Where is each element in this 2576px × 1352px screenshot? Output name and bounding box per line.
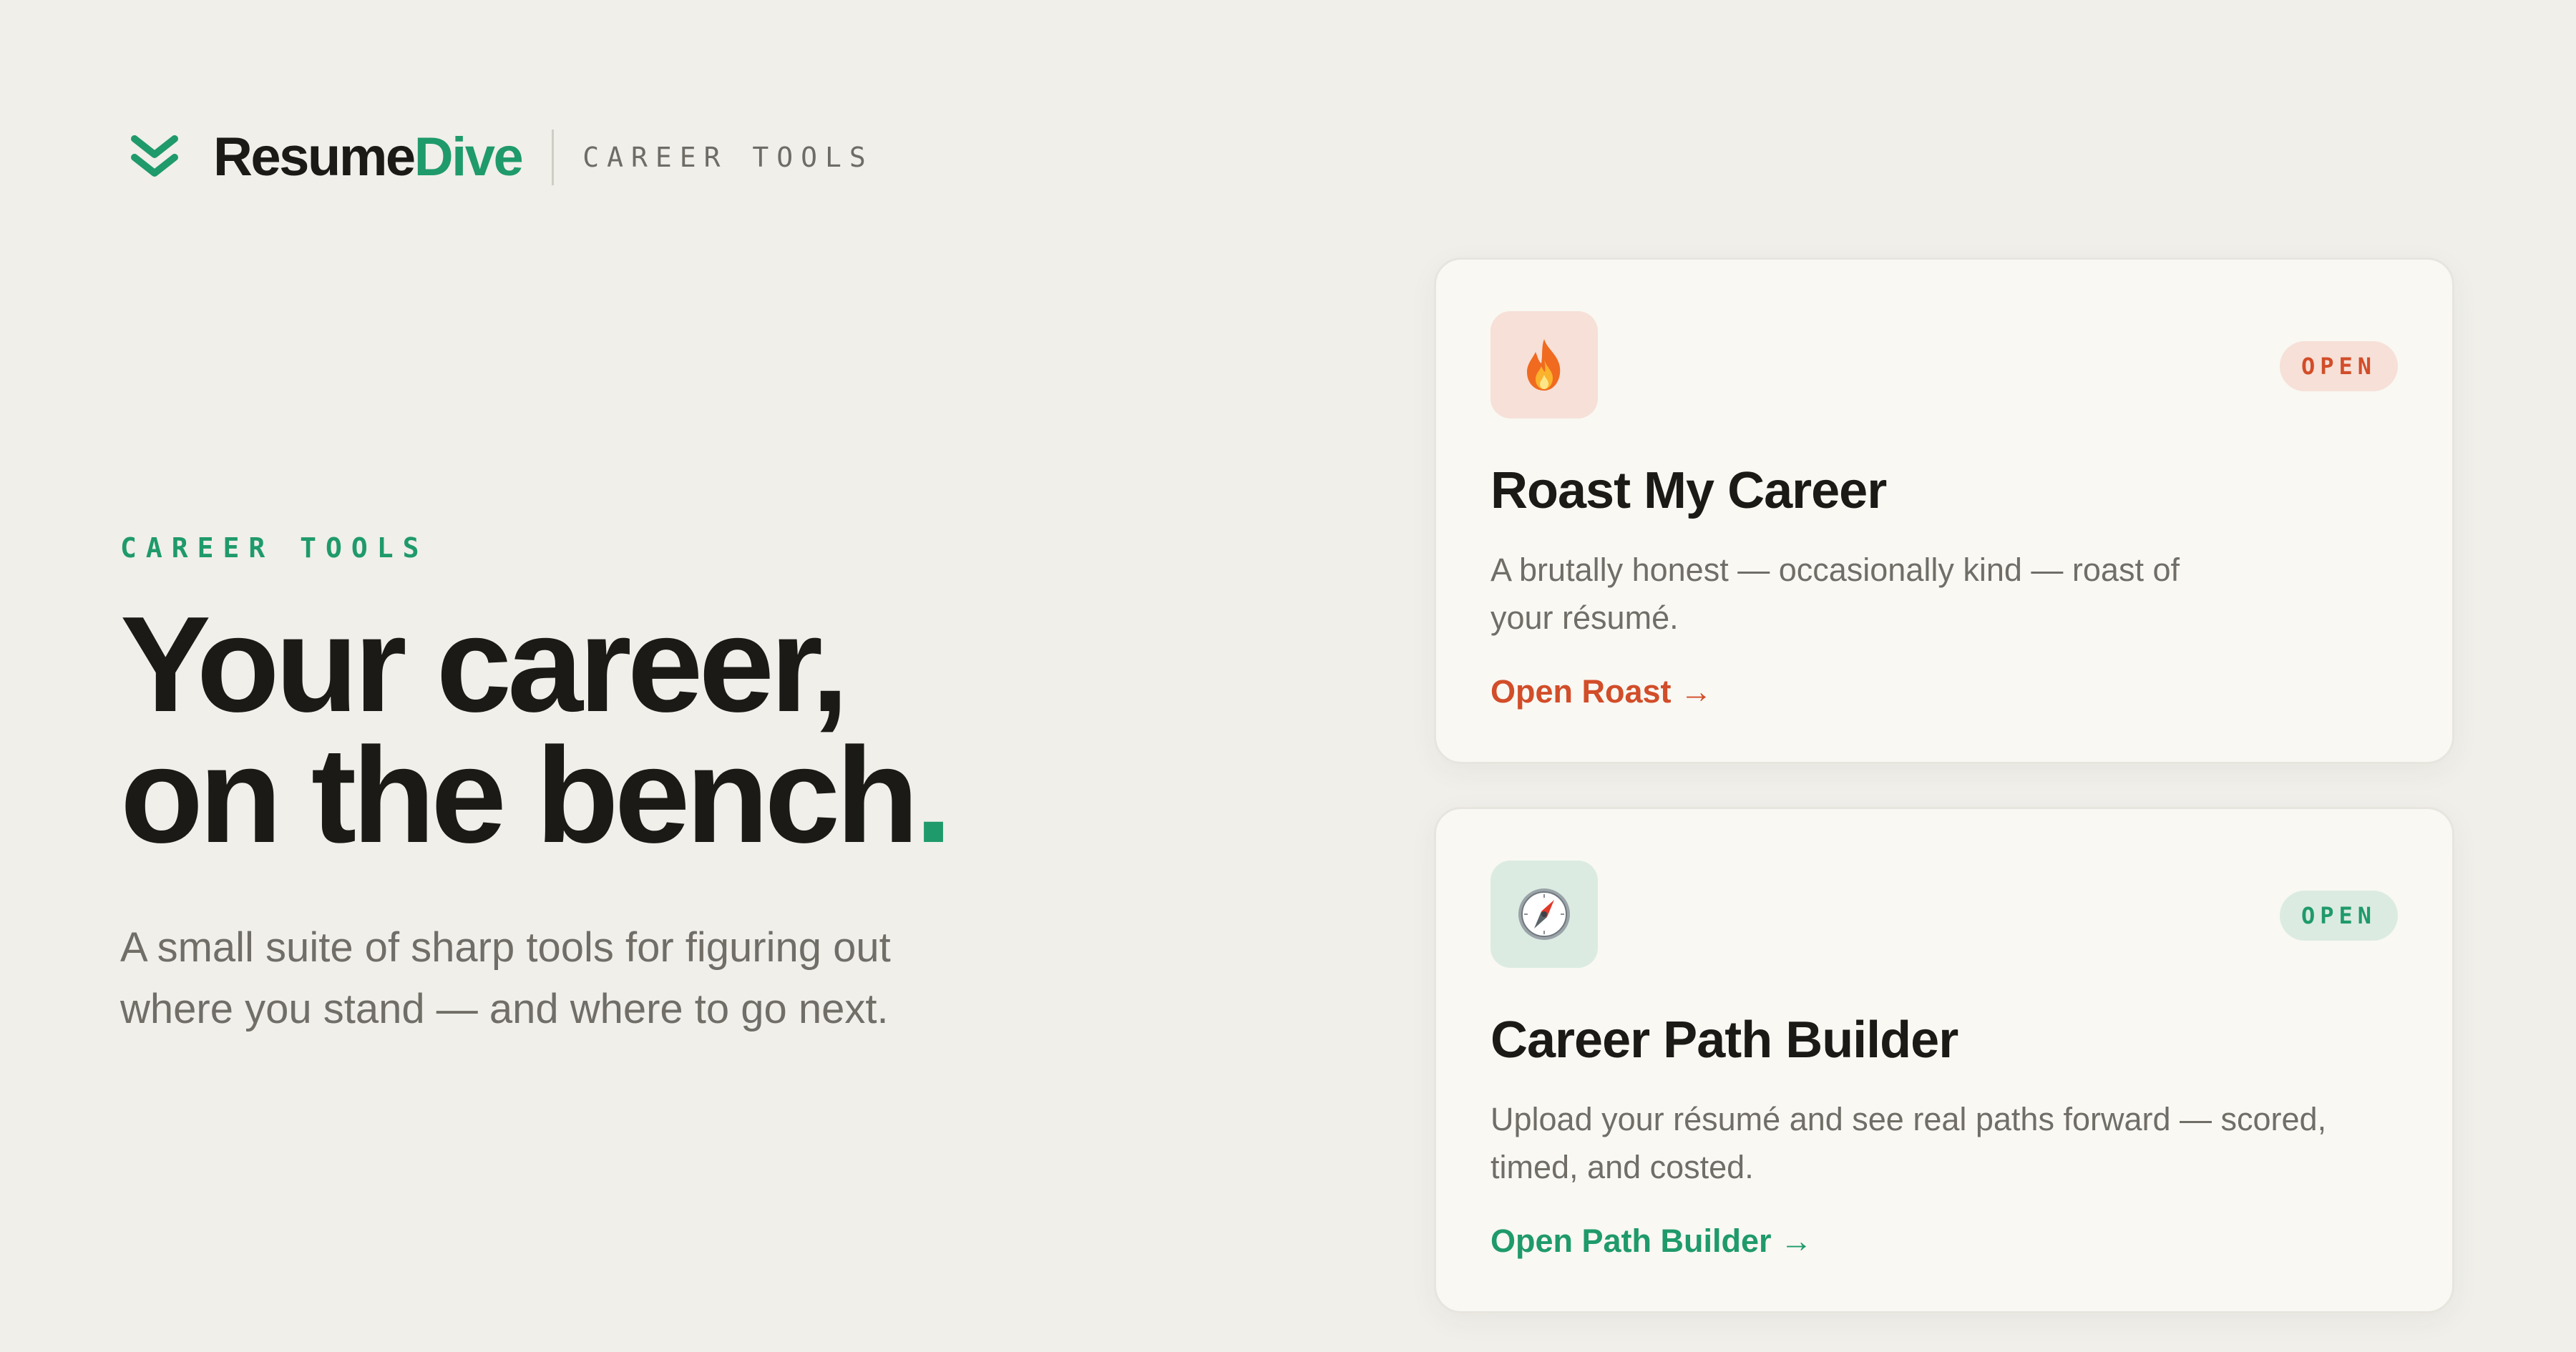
header-tag: CAREER TOOLS	[582, 142, 874, 173]
headline-dot: .	[914, 720, 952, 871]
tool-description: Upload your résumé and see real paths fo…	[1491, 1095, 2378, 1191]
header-divider	[552, 129, 555, 185]
tool-icon-tile	[1491, 311, 1598, 418]
hero-eyebrow: CAREER TOOLS	[120, 532, 429, 564]
subhead-line-2: where you stand — and where to go next.	[120, 986, 889, 1032]
tool-description-line-2: your résumé.	[1491, 599, 1679, 636]
site-header: ResumeDive CAREER TOOLS	[129, 123, 874, 192]
status-badge: OPEN	[2279, 891, 2398, 941]
tool-description-line-2: timed, and costed.	[1491, 1149, 1754, 1185]
tool-description: A brutally honest — occasionally kind — …	[1491, 546, 2235, 642]
compass-icon	[1518, 888, 1570, 940]
fire-icon	[1527, 339, 1561, 391]
headline-line-1: Your career,	[120, 589, 849, 740]
headline-line-2: on the bench	[120, 720, 919, 871]
brand-logo[interactable]: ResumeDive	[213, 127, 524, 187]
tool-card-path-builder[interactable]: OPEN Career Path Builder Upload your rés…	[1434, 807, 2454, 1313]
tool-description-line-1: A brutally honest — occasionally kind — …	[1491, 552, 2180, 588]
tool-title: Career Path Builder	[1491, 1011, 1958, 1069]
hero-headline: Your career, on the bench.	[120, 597, 1194, 863]
double-chevron-down-icon[interactable]	[129, 132, 180, 183]
brand-name-accent: Dive	[414, 127, 524, 187]
brand-name-primary: Resume	[213, 127, 416, 187]
page: ResumeDive CAREER TOOLS CAREER TOOLS You…	[0, 0, 2576, 1352]
hero-subhead: A small suite of sharp tools for figurin…	[120, 917, 1036, 1040]
open-path-builder-link[interactable]: Open Path Builder →	[1491, 1223, 1813, 1260]
open-roast-link[interactable]: Open Roast →	[1491, 673, 1712, 710]
tool-title: Roast My Career	[1491, 462, 1887, 519]
tool-icon-tile	[1491, 861, 1598, 968]
status-badge: OPEN	[2279, 341, 2398, 391]
tool-description-line-1: Upload your résumé and see real paths fo…	[1491, 1101, 2327, 1137]
subhead-line-1: A small suite of sharp tools for figurin…	[120, 924, 891, 971]
tool-card-roast[interactable]: OPEN Roast My Career A brutally honest —…	[1434, 258, 2454, 764]
